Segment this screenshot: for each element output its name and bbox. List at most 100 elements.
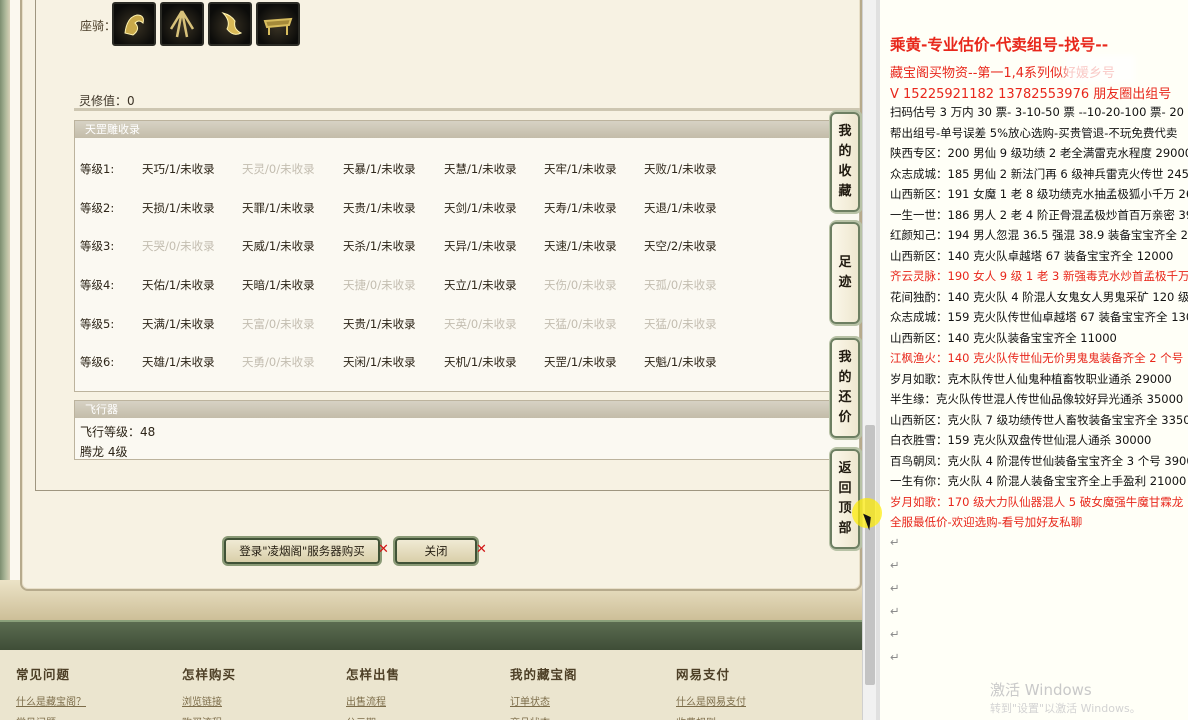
footer-link[interactable]: 浏览链接 [182, 693, 236, 708]
footprints-tab[interactable]: 足迹 [830, 222, 860, 324]
document-line: 一生一世：186 男人 2 老 4 阶正骨混孟极炒首百万亲密 39 [890, 207, 1188, 222]
collection-cell: 天机/1/未收录 [444, 355, 517, 369]
tab-char: 藏 [838, 184, 852, 199]
footer-link[interactable]: 什么是藏宝阁？ [16, 693, 86, 708]
footer-link[interactable]: 出售流程 [346, 693, 400, 708]
collection-cell: 天灵/0/未收录 [242, 162, 315, 176]
aircraft-level: 飞行等级：48 [80, 425, 156, 439]
collection-cell: 天暴/1/未收录 [343, 162, 416, 176]
tab-char: 的 [838, 144, 852, 159]
windows-watermark: 激活 Windows [990, 681, 1092, 699]
collection-cell: 天魁/1/未收录 [644, 355, 717, 369]
collection-cell: 天空/2/未收录 [644, 239, 717, 253]
footer-link[interactable]: 什么是网易支付 [676, 693, 746, 708]
level-label: 等级6: [80, 355, 115, 369]
tab-char: 我 [838, 350, 852, 365]
section-header: 天罡雕收录 [75, 121, 859, 138]
notes-document: 乘黄-专业估价-代卖组号-找号-- 藏宝阁买物资--第一1,4系列似好媛乡号 V … [880, 0, 1188, 720]
tab-char: 迹 [838, 275, 852, 290]
page-frame-left [0, 0, 10, 620]
document-line: 帮出组号-单号误差 5%放心选购-买贵管退-不玩免费代卖 [890, 125, 1178, 140]
mount-label: 座骑： [80, 19, 117, 33]
collection-cell: 天寿/1/未收录 [544, 201, 617, 215]
mount-list [112, 2, 300, 46]
collection-cell: 天闲/1/未收录 [343, 355, 416, 369]
collection-cell: 天牢/1/未收录 [544, 162, 617, 176]
document-line: 江枫渔火：140 克火队传世仙无价男鬼鬼装备齐全 2 个号 [890, 351, 1184, 365]
footer-band [0, 620, 868, 650]
document-line: 半生缘：克火队传世混人传世仙品像较好异光通杀 35000 [890, 392, 1184, 406]
footer-column: 常见问题什么是藏宝阁？常见问题 [16, 664, 86, 720]
section-header: 飞行器 [75, 401, 859, 418]
tab-char: 收 [838, 164, 852, 179]
paragraph-mark: ↵ [890, 534, 900, 549]
tab-char: 部 [838, 521, 852, 536]
mount-item[interactable] [256, 2, 300, 46]
my-bargain-tab[interactable]: 我的还价 [830, 338, 860, 438]
collection-cell: 天富/0/未收录 [242, 317, 315, 331]
document-line: 一生有你：克火队 4 阶混人装备宝宝齐全上手盈利 21000 [890, 474, 1187, 488]
tab-char: 顶 [838, 501, 852, 516]
footer-link[interactable]: 商品状态 [510, 714, 578, 720]
aircraft-item: 腾龙 4级 [80, 445, 128, 459]
document-line: 全服最低价-欢迎选购-看号加好友私聊 [890, 515, 1083, 529]
my-favorites-tab[interactable]: 我的收藏 [830, 112, 860, 212]
footer-column: 网易支付什么是网易支付收费规则 [676, 664, 746, 720]
collection-cell: 天剑/1/未收录 [444, 201, 517, 215]
tab-char: 返 [838, 461, 852, 476]
collection-cell: 天损/1/未收录 [142, 201, 215, 215]
paragraph-mark: ↵ [890, 626, 900, 641]
footer-title: 怎样购买 [182, 667, 237, 682]
site-footer: 常见问题什么是藏宝阁？常见问题怎样购买浏览链接购买流程怎样出售出售流程公示期我的… [0, 650, 868, 720]
collection-cell: 天巧/1/未收录 [142, 162, 215, 176]
close-button[interactable]: 关闭 [395, 538, 477, 564]
tiangang-collection-section: 天罡雕收录 等级1: 天巧/1/未收录 天灵/0/未收录 天暴/1/未收录 天慧/1/未… [74, 120, 860, 392]
document-line: 山西新区：140 克火队卓越塔 67 装备宝宝齐全 12000 [890, 248, 1174, 263]
collection-cell: 天立/1/未收录 [444, 278, 517, 292]
document-line: 红颜知己：194 男人忽混 36.5 强混 38.9 装备宝宝齐全 270 [890, 228, 1188, 242]
document-line: 岁月如歌：克木队传世人仙鬼种植畜牧职业通杀 29000 [890, 371, 1172, 386]
level-label: 等级3: [80, 239, 115, 253]
collection-cell: 天佑/1/未收录 [142, 278, 215, 292]
footer-title: 怎样出售 [346, 667, 401, 682]
document-line: 岁月如歌：170 级大力队仙器混人 5 破女魔强牛魔甘霖龙 [890, 494, 1184, 509]
close-icon: ✕ [476, 542, 487, 557]
footer-link[interactable]: 常见问题 [16, 714, 86, 720]
tab-char: 回 [838, 481, 852, 496]
mount-item[interactable] [160, 2, 204, 46]
page-scrollbar[interactable] [862, 0, 876, 720]
footer-column: 怎样出售出售流程公示期 [346, 664, 400, 720]
collection-cell: 天英/0/未收录 [444, 317, 517, 331]
tab-char: 还 [838, 390, 852, 405]
collection-cell: 天孤/0/未收录 [644, 278, 717, 292]
footer-link[interactable]: 收费规则 [676, 714, 746, 720]
document-line: 山西新区：191 女魔 1 老 8 级功绩克水抽孟极狐小千万 26 [890, 187, 1188, 201]
level-label: 等级2: [80, 201, 115, 215]
paragraph-mark: ↵ [890, 603, 900, 618]
collection-cell: 天哭/0/未收录 [142, 239, 215, 253]
collection-cell: 天威/1/未收录 [242, 239, 315, 253]
collection-cell: 天退/1/未收录 [644, 201, 717, 215]
footer-link[interactable]: 购买流程 [182, 714, 236, 720]
collection-cell: 天猛/0/未收录 [544, 317, 617, 331]
collection-cell: 天捷/0/未收录 [343, 278, 416, 292]
collection-cell: 天猛/0/未收录 [644, 317, 717, 331]
back-to-top-tab[interactable]: 返回顶部 [830, 449, 860, 549]
document-line: 众志成城：159 克火队传世仙卓越塔 67 装备宝宝齐全 130 [890, 310, 1188, 324]
footer-link[interactable]: 公示期 [346, 714, 400, 720]
mount-item[interactable] [208, 2, 252, 46]
document-line: 花间独酌：140 克火队 4 阶混人女鬼女人男鬼采矿 120 级 [890, 289, 1188, 304]
aircraft-section: 飞行器 飞行等级：48 腾龙 4级 [74, 400, 860, 460]
document-line: 陕西专区：200 男仙 9 级功绩 2 老全满雷克水程度 29000 [890, 146, 1188, 160]
collection-cell: 天败/1/未收录 [644, 162, 717, 176]
collection-cell: 天罡/1/未收录 [544, 355, 617, 369]
document-line: 山西新区：140 克火队装备宝宝齐全 11000 [890, 330, 1117, 345]
footer-link[interactable]: 订单状态 [510, 693, 578, 708]
collection-cell: 天勇/0/未收录 [242, 355, 315, 369]
document-line: 齐云灵脉：190 女人 9 级 1 老 3 新强毒克水炒首孟极千万 [890, 269, 1188, 283]
mount-item[interactable] [112, 2, 156, 46]
login-buy-button[interactable]: 登录"凌烟阁"服务器购买 [224, 538, 380, 564]
collection-cell: 天暗/1/未收录 [242, 278, 315, 292]
collection-cell: 天伤/0/未收录 [544, 278, 617, 292]
scrollbar-thumb[interactable] [865, 425, 875, 685]
